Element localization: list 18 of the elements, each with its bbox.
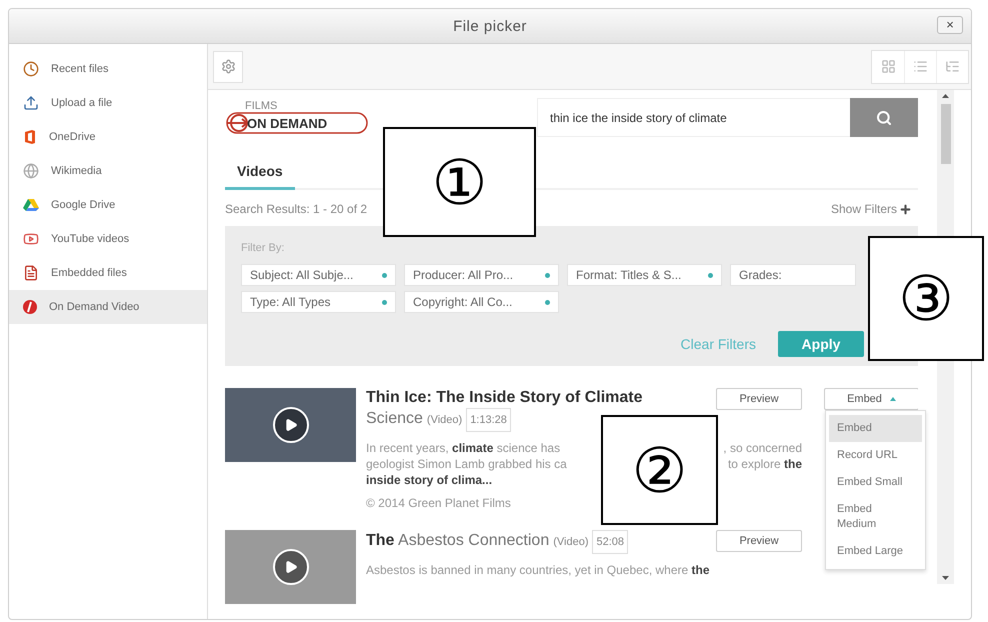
description-text: In recent years, climate science has [366, 440, 560, 456]
films-on-demand-logo: FILMS ON DEMAND [225, 98, 370, 136]
description-text: inside story of clima... [366, 472, 492, 488]
description-text: Asbestos is banned in many countries, yet in Quebec, where the [366, 562, 710, 578]
window-title: File picker [453, 18, 527, 34]
callout-overlay: ② [601, 415, 718, 525]
callout-overlay: ③ [868, 236, 984, 361]
callout-overlay: ① [383, 127, 536, 237]
description-text: geologist Simon Lamb grabbed his ca [366, 456, 567, 472]
video-duration: 1:13:28 [466, 408, 511, 432]
results-summary: Search Results: 1 - 20 of 2 [225, 202, 368, 216]
description-text: , so concerned [723, 440, 802, 456]
video-duration: 52:08 [592, 530, 628, 554]
filter-heading: Filter By: [241, 242, 284, 254]
video-type: (Video) [553, 535, 588, 550]
copyright-text: © 2014 Green Planet Films [366, 496, 512, 510]
description-text: to explore the [728, 456, 802, 472]
video-type: (Video) [426, 413, 462, 428]
